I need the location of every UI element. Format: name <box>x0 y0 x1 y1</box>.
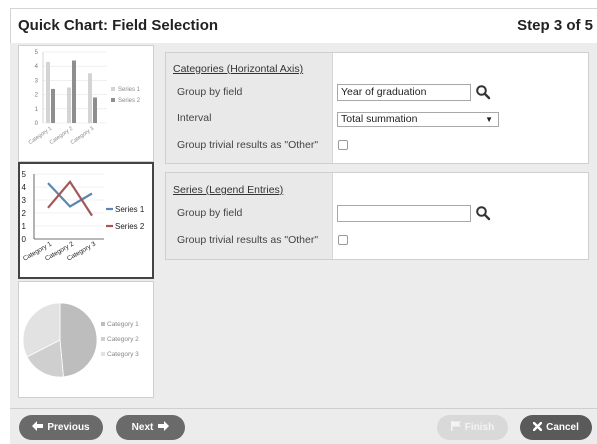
bar-y-tick-label: 3 <box>35 78 39 84</box>
chart-type-line-thumbnail[interactable]: 5 4 3 2 1 0 Category 1 Category 2 Category 3 Seri… <box>18 162 154 279</box>
wizard-footer: Previous Next Finish Cancel <box>10 408 597 444</box>
finish-label: Finish <box>464 422 495 433</box>
page-title: Quick Chart: Field Selection <box>18 17 219 34</box>
categories-group-trivial-checkbox[interactable] <box>338 140 348 150</box>
line-series-path <box>47 182 93 208</box>
previous-button[interactable]: Previous <box>19 415 103 440</box>
bar-y-tick-label: 1 <box>35 107 39 113</box>
pie-legend-swatch <box>101 322 105 326</box>
bar-y-tick-label: 5 <box>35 50 39 56</box>
close-icon <box>532 415 543 440</box>
bar-mark <box>72 60 76 123</box>
bar-y-tick-label: 0 <box>35 121 39 127</box>
bar-legend-label: Series 1 <box>118 87 141 93</box>
pie-legend-swatch <box>101 337 105 341</box>
line-y-tick-label: 3 <box>22 196 27 205</box>
categories-group-by-label: Group by field <box>177 86 243 98</box>
series-section-title: Series (Legend Entries) <box>173 184 284 196</box>
categories-section-title: Categories (Horizontal Axis) <box>173 63 304 75</box>
line-y-tick-label: 2 <box>22 209 27 218</box>
cancel-button[interactable]: Cancel <box>520 415 592 440</box>
series-group-by-field-input[interactable] <box>337 205 471 222</box>
next-button[interactable]: Next <box>116 415 185 440</box>
step-indicator: Step 3 of 5 <box>517 17 593 34</box>
line-y-tick-label: 5 <box>22 170 27 179</box>
bar-legend-label: Series 2 <box>118 98 141 104</box>
pie-legend-label: Category 2 <box>107 336 139 343</box>
arrow-left-icon <box>32 415 44 440</box>
search-icon[interactable] <box>475 84 491 100</box>
chart-type-pie-thumbnail[interactable]: Category 1 Category 2 Category 3 <box>18 281 154 398</box>
bar-chart-preview: 543210Category 1Category 2Category 3Seri… <box>28 50 141 146</box>
finish-button[interactable]: Finish <box>437 415 508 440</box>
search-icon[interactable] <box>475 205 491 221</box>
line-chart-preview: 543210Category 1Category 2Category 3Seri… <box>22 170 145 263</box>
wizard-header: Quick Chart: Field Selection Step 3 of 5 <box>10 8 597 43</box>
interval-select[interactable]: Total summation ▼ <box>337 112 499 127</box>
interval-label: Interval <box>177 112 212 124</box>
pie-legend-label: Category 3 <box>107 351 139 358</box>
pie-chart-preview: Category 1 Category 2 Category 3 <box>22 302 139 378</box>
categories-group-by-value: Year of graduation <box>341 86 427 98</box>
bar-x-tick-label: Category 3 <box>70 126 95 146</box>
categories-group-by-field-input[interactable]: Year of graduation <box>337 84 471 101</box>
pie-legend-swatch <box>101 352 105 356</box>
bar-y-tick-label: 2 <box>35 93 39 99</box>
line-legend-label: Series 2 <box>115 222 145 231</box>
chart-type-bar-thumbnail[interactable]: 5 4 3 2 1 0 Category 1 Category 2 Category 3 Seri… <box>18 45 154 162</box>
arrow-right-icon <box>158 415 170 440</box>
series-group-trivial-label: Group trivial results as "Other" <box>177 234 319 246</box>
line-y-tick-label: 4 <box>22 183 27 192</box>
bar-mark <box>88 73 92 123</box>
categories-panel: Categories (Horizontal Axis) Group by fi… <box>165 52 589 164</box>
bar-y-tick-label: 4 <box>35 64 39 70</box>
bar-mark <box>67 87 71 123</box>
series-panel: Series (Legend Entries) Group by field G… <box>165 172 589 260</box>
bar-mark <box>51 88 55 123</box>
bar-mark <box>46 61 50 123</box>
pie-legend-label: Category 1 <box>107 321 139 328</box>
interval-selected-value: Total summation <box>341 113 418 125</box>
bar-mark <box>93 97 97 123</box>
line-legend-label: Series 1 <box>115 205 145 214</box>
previous-label: Previous <box>47 422 90 433</box>
series-group-by-label: Group by field <box>177 207 243 219</box>
bar-legend-swatch <box>111 87 115 91</box>
line-y-tick-label: 1 <box>22 222 27 231</box>
flag-icon <box>450 415 461 440</box>
cancel-label: Cancel <box>546 422 579 433</box>
categories-group-trivial-label: Group trivial results as "Other" <box>177 139 319 151</box>
line-y-tick-label: 0 <box>22 235 27 244</box>
next-label: Next <box>131 422 154 433</box>
bar-legend-swatch <box>111 98 115 102</box>
chevron-down-icon: ▼ <box>485 115 493 124</box>
series-group-trivial-checkbox[interactable] <box>338 235 348 245</box>
pie-slice <box>59 302 98 378</box>
